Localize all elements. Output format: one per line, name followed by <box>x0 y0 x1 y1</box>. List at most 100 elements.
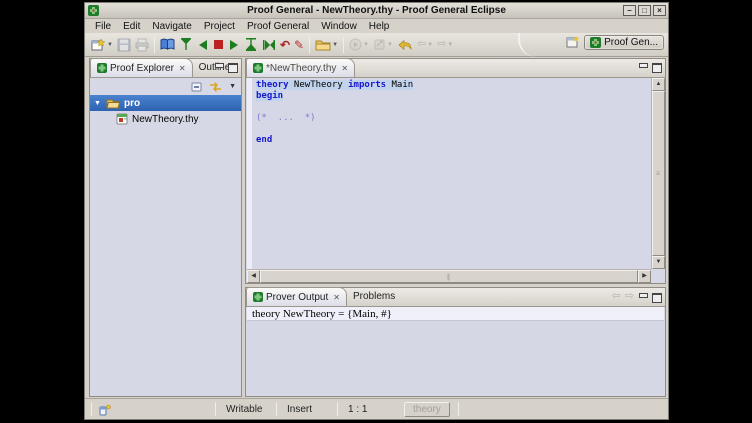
pen-icon: ✎ <box>294 39 304 51</box>
problems-tab-label: Problems <box>353 291 395 302</box>
menu-edit[interactable]: Edit <box>117 21 146 32</box>
menu-bar: File Edit Navigate Project Proof General… <box>85 19 668 33</box>
back-bent-arrow-icon <box>397 39 413 51</box>
proof-explorer-panel: Proof Explorer ✕ Outline ▼ ▼ <box>89 58 242 397</box>
folder-icon <box>315 38 331 51</box>
project-label: pro <box>124 98 140 109</box>
open-perspective-icon[interactable] <box>566 36 580 49</box>
status-caret-position: 1 : 1 <box>338 404 398 415</box>
open-file-button[interactable]: ▼ <box>313 35 340 55</box>
menu-project[interactable]: Project <box>198 21 241 32</box>
main-toolbar: ▼ <box>85 33 668 57</box>
run-icon <box>349 38 362 51</box>
menu-file[interactable]: File <box>89 21 117 32</box>
tab-proof-explorer[interactable]: Proof Explorer ✕ <box>90 58 193 77</box>
title-bar[interactable]: Proof General - NewTheory.thy - Proof Ge… <box>85 3 668 19</box>
last-edit-location-button[interactable] <box>395 35 415 55</box>
theory-file-icon <box>116 113 128 125</box>
status-separator <box>91 402 92 416</box>
editor-margin <box>247 78 252 269</box>
maximize-editor-icon[interactable] <box>652 62 662 71</box>
minimize-editor-icon[interactable] <box>638 62 648 71</box>
print-button[interactable] <box>133 35 151 55</box>
collapse-all-icon[interactable] <box>191 81 203 93</box>
goto-target-button[interactable] <box>242 35 260 55</box>
fast-view-icon[interactable] <box>98 403 111 416</box>
prover-output-panel: Prover Output ✕ Problems ⇦ ⇨ theory NewT… <box>245 287 666 397</box>
prover-output-tab-icon <box>253 292 263 302</box>
close-editor-icon[interactable]: ✕ <box>341 64 348 73</box>
minimize-view-icon[interactable] <box>214 62 224 71</box>
output-back-icon[interactable]: ⇦ <box>612 291 621 302</box>
retract-all-button[interactable] <box>177 35 195 55</box>
close-output-icon[interactable]: ✕ <box>333 293 340 302</box>
tab-problems[interactable]: Problems <box>347 287 401 306</box>
minimize-button[interactable]: – <box>623 5 636 16</box>
tab-prover-output[interactable]: Prover Output ✕ <box>246 287 347 306</box>
vertical-scrollbar[interactable]: ▲ ≡ ▼ <box>651 78 664 269</box>
horizontal-scrollbar-thumb[interactable]: ∥ <box>260 270 638 283</box>
status-bar: Writable Insert 1 : 1 theory <box>85 398 668 419</box>
vertical-scrollbar-thumb[interactable]: ≡ <box>652 91 665 256</box>
undo-arrow-icon: ↶ <box>280 39 290 51</box>
menu-navigate[interactable]: Navigate <box>146 21 197 32</box>
tree-item-file[interactable]: NewTheory.thy <box>90 111 241 127</box>
horizontal-scrollbar[interactable]: ◀ ∥ ▶ <box>247 269 651 282</box>
app-icon <box>88 5 99 16</box>
tree-item-project[interactable]: ▼ pro <box>90 95 241 111</box>
next-step-button[interactable] <box>226 35 242 55</box>
external-tools-icon <box>373 38 386 51</box>
maximize-output-icon[interactable] <box>652 292 662 301</box>
open-file-dropdown-icon[interactable]: ▼ <box>332 42 338 48</box>
scroll-down-icon[interactable]: ▼ <box>652 256 665 269</box>
toolbar-separator <box>309 37 310 53</box>
close-tab-icon[interactable]: ✕ <box>179 64 186 73</box>
editor-tab-icon <box>253 63 263 73</box>
toolbar-separator <box>343 37 344 53</box>
output-forward-icon[interactable]: ⇨ <box>625 291 634 302</box>
retract-button[interactable]: ↶ <box>278 35 292 55</box>
activate-scripting-button[interactable]: ✎ <box>292 35 306 55</box>
perspective-label: Proof Gen... <box>604 37 658 48</box>
maximize-button[interactable]: □ <box>638 5 651 16</box>
scroll-right-icon[interactable]: ▶ <box>638 270 651 283</box>
forward-dropdown-icon: ▼ <box>447 42 453 48</box>
menu-proof-general[interactable]: Proof General <box>241 21 315 32</box>
expander-icon[interactable]: ▼ <box>94 100 102 107</box>
interrupt-button[interactable] <box>211 35 226 55</box>
menu-window[interactable]: Window <box>315 21 363 32</box>
back-button-disabled[interactable]: ⇦ ▼ <box>415 35 435 55</box>
maximize-view-icon[interactable] <box>228 62 238 71</box>
identifier-main: Main <box>386 80 413 90</box>
window-title: Proof General - NewTheory.thy - Proof Ge… <box>85 5 668 16</box>
scroll-up-icon[interactable]: ▲ <box>652 78 665 91</box>
minimize-output-icon[interactable] <box>638 292 648 301</box>
save-button[interactable] <box>115 35 133 55</box>
keyword-theory: theory <box>256 80 289 90</box>
external-tools-button-disabled[interactable]: ▼ <box>371 35 395 55</box>
new-wizard-button[interactable]: ▼ <box>89 35 115 55</box>
print-icon <box>135 38 149 52</box>
process-all-button[interactable] <box>260 35 278 55</box>
scroll-left-icon[interactable]: ◀ <box>247 270 260 283</box>
editor-tab-label: *NewTheory.thy <box>266 63 336 74</box>
close-button[interactable]: × <box>653 5 666 16</box>
explorer-view-toolbar: ▼ <box>90 78 241 95</box>
code-editor[interactable]: theory NewTheory imports Main begin (* .… <box>247 78 651 269</box>
tab-editor-newtheory[interactable]: *NewTheory.thy ✕ <box>246 58 355 77</box>
undo-step-button[interactable] <box>195 35 211 55</box>
link-with-editor-icon[interactable] <box>209 81 222 93</box>
forward-button-disabled[interactable]: ⇨ ▼ <box>435 35 455 55</box>
theory-mode-button[interactable]: theory <box>404 402 450 417</box>
run-button-disabled[interactable]: ▼ <box>347 35 371 55</box>
keyword-end: end <box>256 135 272 145</box>
menu-help[interactable]: Help <box>363 21 396 32</box>
explorer-tab-row: Proof Explorer ✕ Outline <box>90 59 241 78</box>
view-menu-icon[interactable]: ▼ <box>229 83 236 90</box>
skip-to-end-icon <box>262 39 276 51</box>
open-goals-button[interactable] <box>158 35 177 55</box>
editor-tab-row: *NewTheory.thy ✕ <box>246 59 665 78</box>
new-wizard-dropdown-icon[interactable]: ▼ <box>107 42 113 48</box>
prover-output-content[interactable]: theory NewTheory = {Main, #} <box>247 307 664 395</box>
perspective-proof-general-button[interactable]: Proof Gen... <box>584 35 664 50</box>
